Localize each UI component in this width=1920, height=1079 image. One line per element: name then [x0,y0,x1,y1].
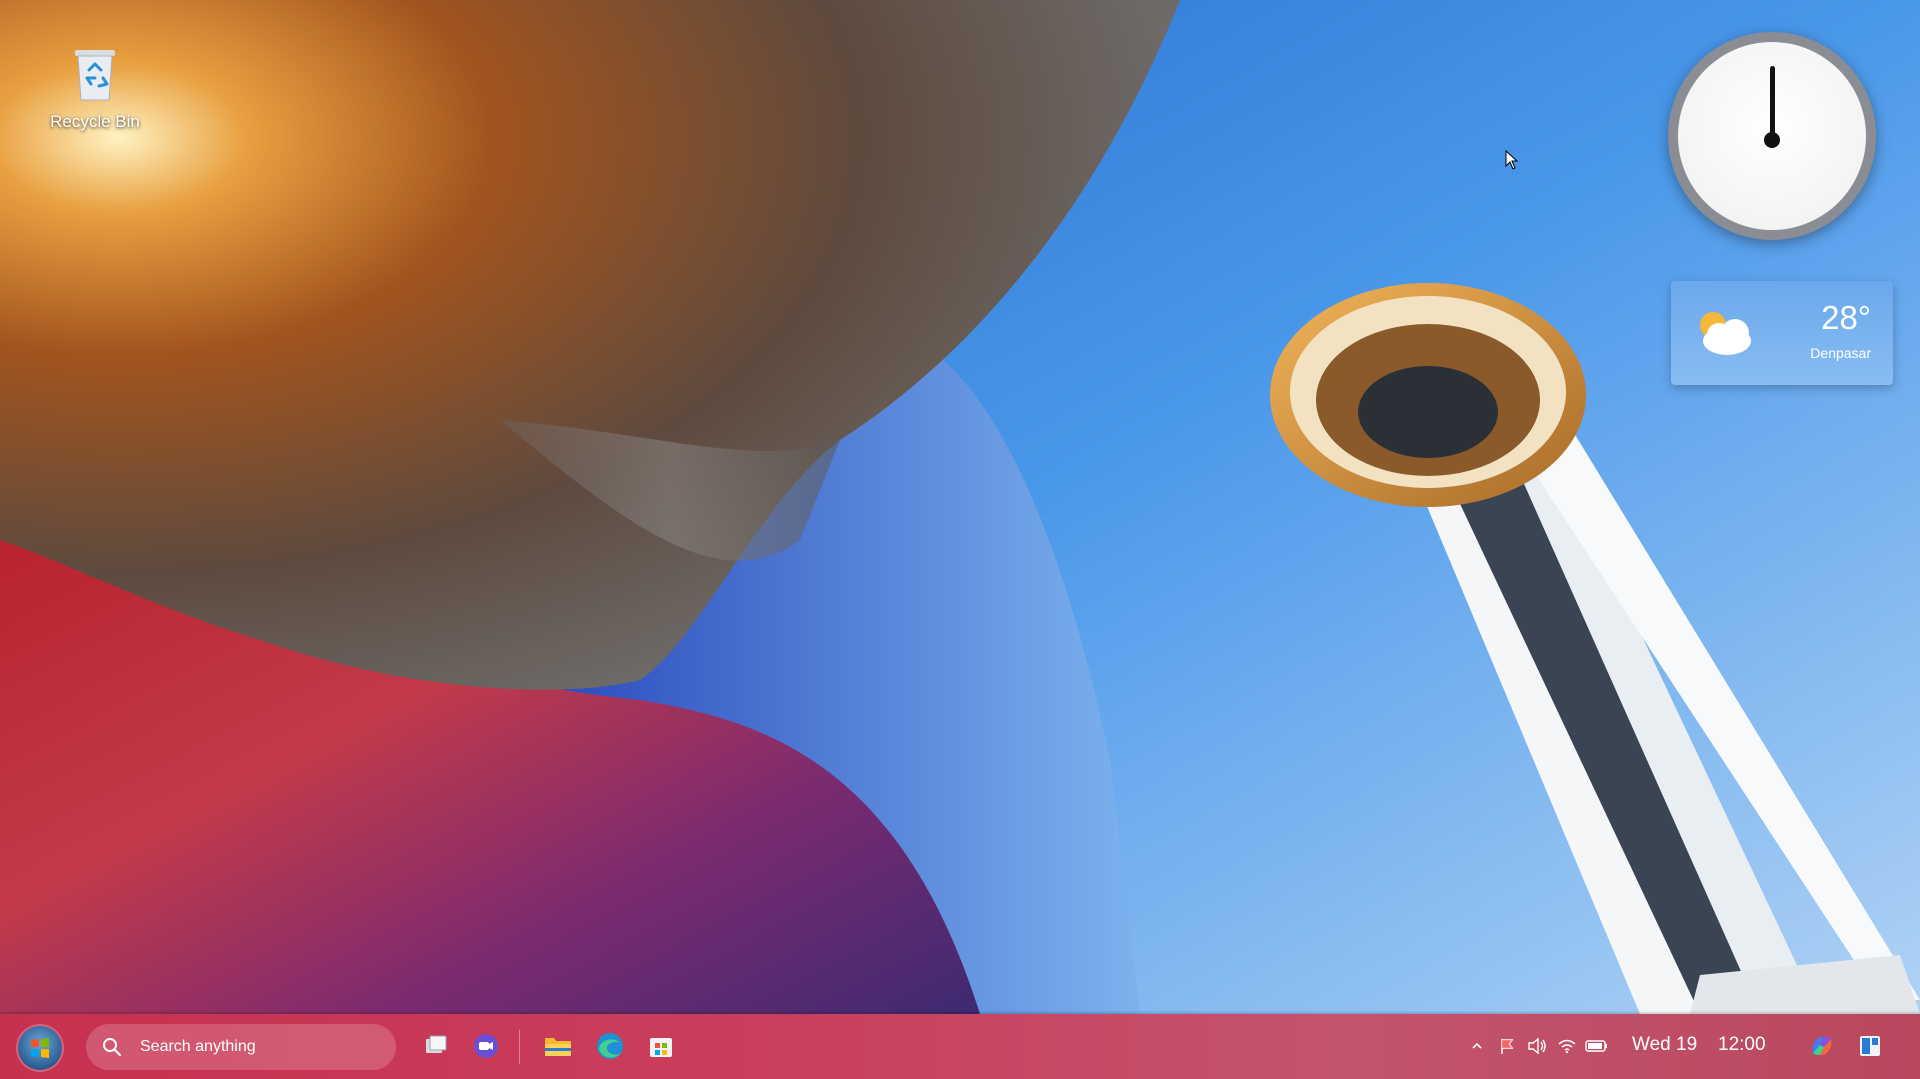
task-view-button[interactable] [418,1028,454,1064]
clock-pivot [1764,132,1780,148]
edge-browser-icon [597,1033,623,1059]
desktop-icon-label: Recycle Bin [50,112,140,131]
video-call-icon [474,1034,498,1058]
taskbar-date[interactable]: Wed 19 [1632,1034,1697,1056]
weather-city: Denpasar [1810,345,1871,361]
taskbar-search[interactable]: Search anything [86,1024,396,1070]
search-placeholder: Search anything [140,1038,256,1055]
desktop-icon-recycle-bin[interactable]: Recycle Bin [40,44,150,132]
clock-face [1678,42,1866,230]
copilot-icon [1812,1036,1832,1056]
start-orb-icon [31,1038,49,1058]
mouse-cursor-icon [1505,150,1519,170]
search-icon [103,1038,121,1056]
volume-icon[interactable] [1525,1034,1549,1058]
wifi-icon[interactable] [1555,1034,1579,1058]
recycle-bin-icon [75,50,115,101]
store-icon [650,1038,672,1057]
weather-temperature: 28° [1821,299,1871,336]
store-button[interactable] [643,1028,679,1064]
taskbar: Search anything Wed 19 12:00 [0,1014,1920,1079]
battery-icon[interactable] [1585,1034,1609,1058]
taskbar-time[interactable]: 12:00 [1718,1034,1766,1056]
clock-hand [1770,66,1775,140]
folder-icon [545,1038,571,1056]
wallpaper [0,0,1920,1079]
widgets-panel-button[interactable] [1852,1028,1888,1064]
file-explorer-button[interactable] [540,1028,576,1064]
weather-widget[interactable]: 28° Denpasar [1671,281,1893,385]
meet-button[interactable] [468,1028,504,1064]
clock-widget[interactable] [1668,32,1876,240]
flag-icon[interactable] [1495,1034,1519,1058]
widgets-panel-icon [1860,1036,1880,1056]
taskbar-separator [519,1030,520,1064]
task-view-icon [426,1035,447,1053]
partly-cloudy-icon [1700,312,1751,355]
edge-button[interactable] [592,1028,628,1064]
system-tray [1462,1028,1612,1064]
copilot-button[interactable] [1804,1028,1840,1064]
chevron-up-icon[interactable] [1465,1034,1489,1058]
start-button[interactable] [18,1026,62,1070]
desktop: Recycle Bin 28° Denpasar Search anything… [0,0,1920,1079]
